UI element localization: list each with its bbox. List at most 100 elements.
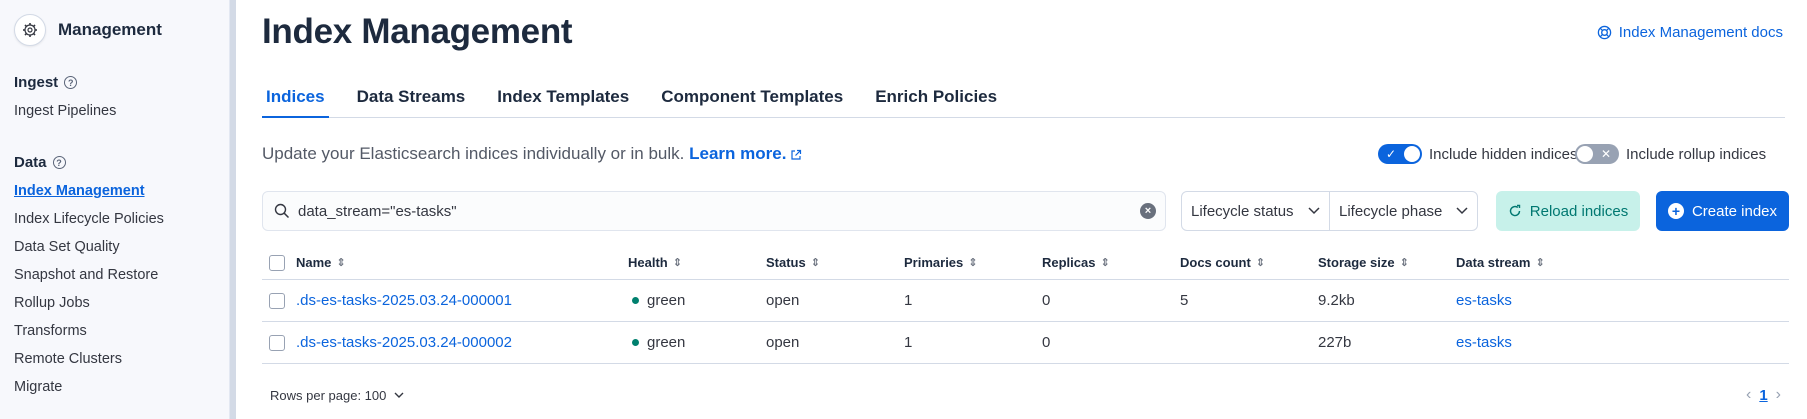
tab-indices[interactable]: Indices	[262, 78, 329, 118]
column-header-name[interactable]: Name ⇕	[296, 255, 346, 270]
health-cell: green	[632, 334, 685, 351]
chevron-right-icon[interactable]: ›	[1776, 386, 1781, 404]
tab-enrich-policies[interactable]: Enrich Policies	[871, 78, 1001, 118]
lifecycle-status-label: Lifecycle status	[1191, 202, 1294, 220]
help-icon[interactable]: ?	[64, 76, 78, 89]
sidebar-item-snapshot-and-restore[interactable]: Snapshot and Restore	[14, 267, 158, 283]
column-header-docs-count[interactable]: Docs count ⇕	[1180, 255, 1265, 270]
lifecycle-status-filter[interactable]: Lifecycle status	[1182, 192, 1329, 230]
status-cell: open	[766, 292, 800, 309]
column-label: Storage size	[1318, 255, 1395, 270]
data-stream-link[interactable]: es-tasks	[1456, 292, 1512, 309]
row-checkbox[interactable]	[269, 334, 285, 351]
sidebar-header: Management	[14, 14, 162, 46]
description-text: Update your Elasticsearch indices indivi…	[262, 144, 685, 163]
sidebar-group-label: Data	[14, 154, 47, 171]
reload-indices-button[interactable]: Reload indices	[1496, 191, 1640, 231]
sort-icon: ⇕	[810, 257, 820, 269]
column-header-health[interactable]: Health ⇕	[628, 255, 682, 270]
sort-icon: ⇕	[336, 257, 346, 269]
primaries-cell: 1	[904, 334, 913, 351]
replicas-cell: 0	[1042, 292, 1051, 309]
include-rollup-toggle[interactable]: ✕	[1575, 144, 1619, 164]
sidebar-group-data: Data ?	[14, 154, 66, 171]
help-icon[interactable]: ?	[52, 156, 66, 169]
column-label: Name	[296, 255, 332, 270]
rows-per-page-label: Rows per page: 100	[270, 388, 387, 403]
toggle-knob	[1404, 146, 1420, 162]
include-hidden-toggle[interactable]: ✓	[1378, 144, 1422, 164]
toggle-knob	[1577, 146, 1593, 162]
main-content: Index Management Index Management docs I…	[236, 0, 1807, 419]
sidebar-group-ingest: Ingest ?	[14, 74, 78, 91]
sort-icon: ⇕	[1100, 257, 1110, 269]
sidebar-item-ingest-pipelines[interactable]: Ingest Pipelines	[14, 103, 116, 119]
page-button-1[interactable]: 1	[1759, 387, 1767, 404]
column-label: Replicas	[1042, 255, 1096, 270]
index-name-link[interactable]: .ds-es-tasks-2025.03.24-000002	[296, 334, 512, 351]
sidebar-item-remote-clusters[interactable]: Remote Clusters	[14, 351, 122, 367]
docs-count-cell: 5	[1180, 292, 1189, 309]
search-input[interactable]	[298, 202, 1118, 220]
health-value: green	[647, 334, 686, 351]
column-header-status[interactable]: Status ⇕	[766, 255, 820, 270]
sidebar-item-transforms[interactable]: Transforms	[14, 323, 87, 339]
column-header-data-stream[interactable]: Data stream ⇕	[1456, 255, 1545, 270]
column-header-replicas[interactable]: Replicas ⇕	[1042, 255, 1110, 270]
chevron-down-icon	[1456, 207, 1468, 215]
sort-icon: ⇕	[968, 257, 978, 269]
include-hidden-toggle-row: ✓ Include hidden indices	[1378, 144, 1577, 164]
tab-component-templates[interactable]: Component Templates	[657, 78, 847, 118]
sort-icon: ⇕	[672, 257, 682, 269]
chevron-left-icon[interactable]: ‹	[1746, 386, 1751, 404]
sidebar-group-label: Ingest	[14, 74, 59, 91]
rows-per-page-button[interactable]: Rows per page: 100	[270, 388, 404, 403]
tab-data-streams[interactable]: Data Streams	[353, 78, 470, 118]
storage-size-cell: 227b	[1318, 334, 1352, 351]
cross-icon: ✕	[1600, 147, 1611, 161]
sidebar-item-data-set-quality[interactable]: Data Set Quality	[14, 239, 120, 255]
sort-icon: ⇕	[1255, 257, 1266, 269]
check-icon: ✓	[1386, 147, 1397, 161]
select-all-checkbox[interactable]	[269, 254, 285, 271]
data-stream-link[interactable]: es-tasks	[1456, 334, 1512, 351]
table-header: Name ⇕ Health ⇕ Status ⇕ Primaries ⇕ Replica…	[262, 246, 1789, 280]
sidebar-item-index-lifecycle-policies[interactable]: Index Lifecycle Policies	[14, 211, 164, 227]
create-index-button[interactable]: + Create index	[1656, 191, 1789, 231]
page-title: Index Management	[262, 12, 573, 51]
pagination: ‹ 1 ›	[1738, 386, 1789, 404]
sidebar-item-rollup-jobs[interactable]: Rollup Jobs	[14, 295, 90, 311]
health-dot-icon	[632, 339, 639, 346]
storage-size-cell: 9.2kb	[1318, 292, 1355, 309]
clear-search-icon[interactable]: ×	[1140, 203, 1156, 219]
health-value: green	[647, 292, 686, 309]
tab-index-templates[interactable]: Index Templates	[493, 78, 633, 118]
search-icon	[274, 203, 290, 219]
index-name-link[interactable]: .ds-es-tasks-2025.03.24-000001	[296, 292, 512, 309]
chevron-down-icon	[394, 392, 404, 398]
gear-icon[interactable]	[14, 14, 46, 46]
replicas-cell: 0	[1042, 334, 1051, 351]
health-cell: green	[632, 292, 685, 309]
include-hidden-label: Include hidden indices	[1429, 145, 1578, 163]
sidebar-item-migrate[interactable]: Migrate	[14, 379, 62, 395]
column-header-storage-size[interactable]: Storage size ⇕	[1318, 255, 1409, 270]
health-dot-icon	[632, 297, 639, 304]
refresh-icon	[1509, 204, 1520, 217]
sidebar-item-index-management[interactable]: Index Management	[14, 183, 145, 199]
sort-icon: ⇕	[1399, 257, 1409, 269]
row-checkbox[interactable]	[269, 292, 285, 309]
status-cell: open	[766, 334, 800, 351]
table-row: .ds-es-tasks-2025.03.24-000001 green ope…	[262, 280, 1789, 322]
reload-indices-label: Reload indices	[1529, 202, 1629, 220]
learn-more-link[interactable]: Learn more.	[689, 144, 802, 163]
tab-bar: Indices Data Streams Index Templates Com…	[262, 78, 1785, 118]
column-label: Primaries	[904, 255, 964, 270]
primaries-cell: 1	[904, 292, 913, 309]
lifecycle-phase-filter[interactable]: Lifecycle phase	[1329, 192, 1477, 230]
plus-circle-icon: +	[1667, 203, 1684, 219]
docs-link[interactable]: Index Management docs	[1597, 24, 1783, 41]
lifecycle-filters: Lifecycle status Lifecycle phase	[1181, 191, 1478, 231]
page-description: Update your Elasticsearch indices indivi…	[262, 144, 802, 164]
column-header-primaries[interactable]: Primaries ⇕	[904, 255, 977, 270]
